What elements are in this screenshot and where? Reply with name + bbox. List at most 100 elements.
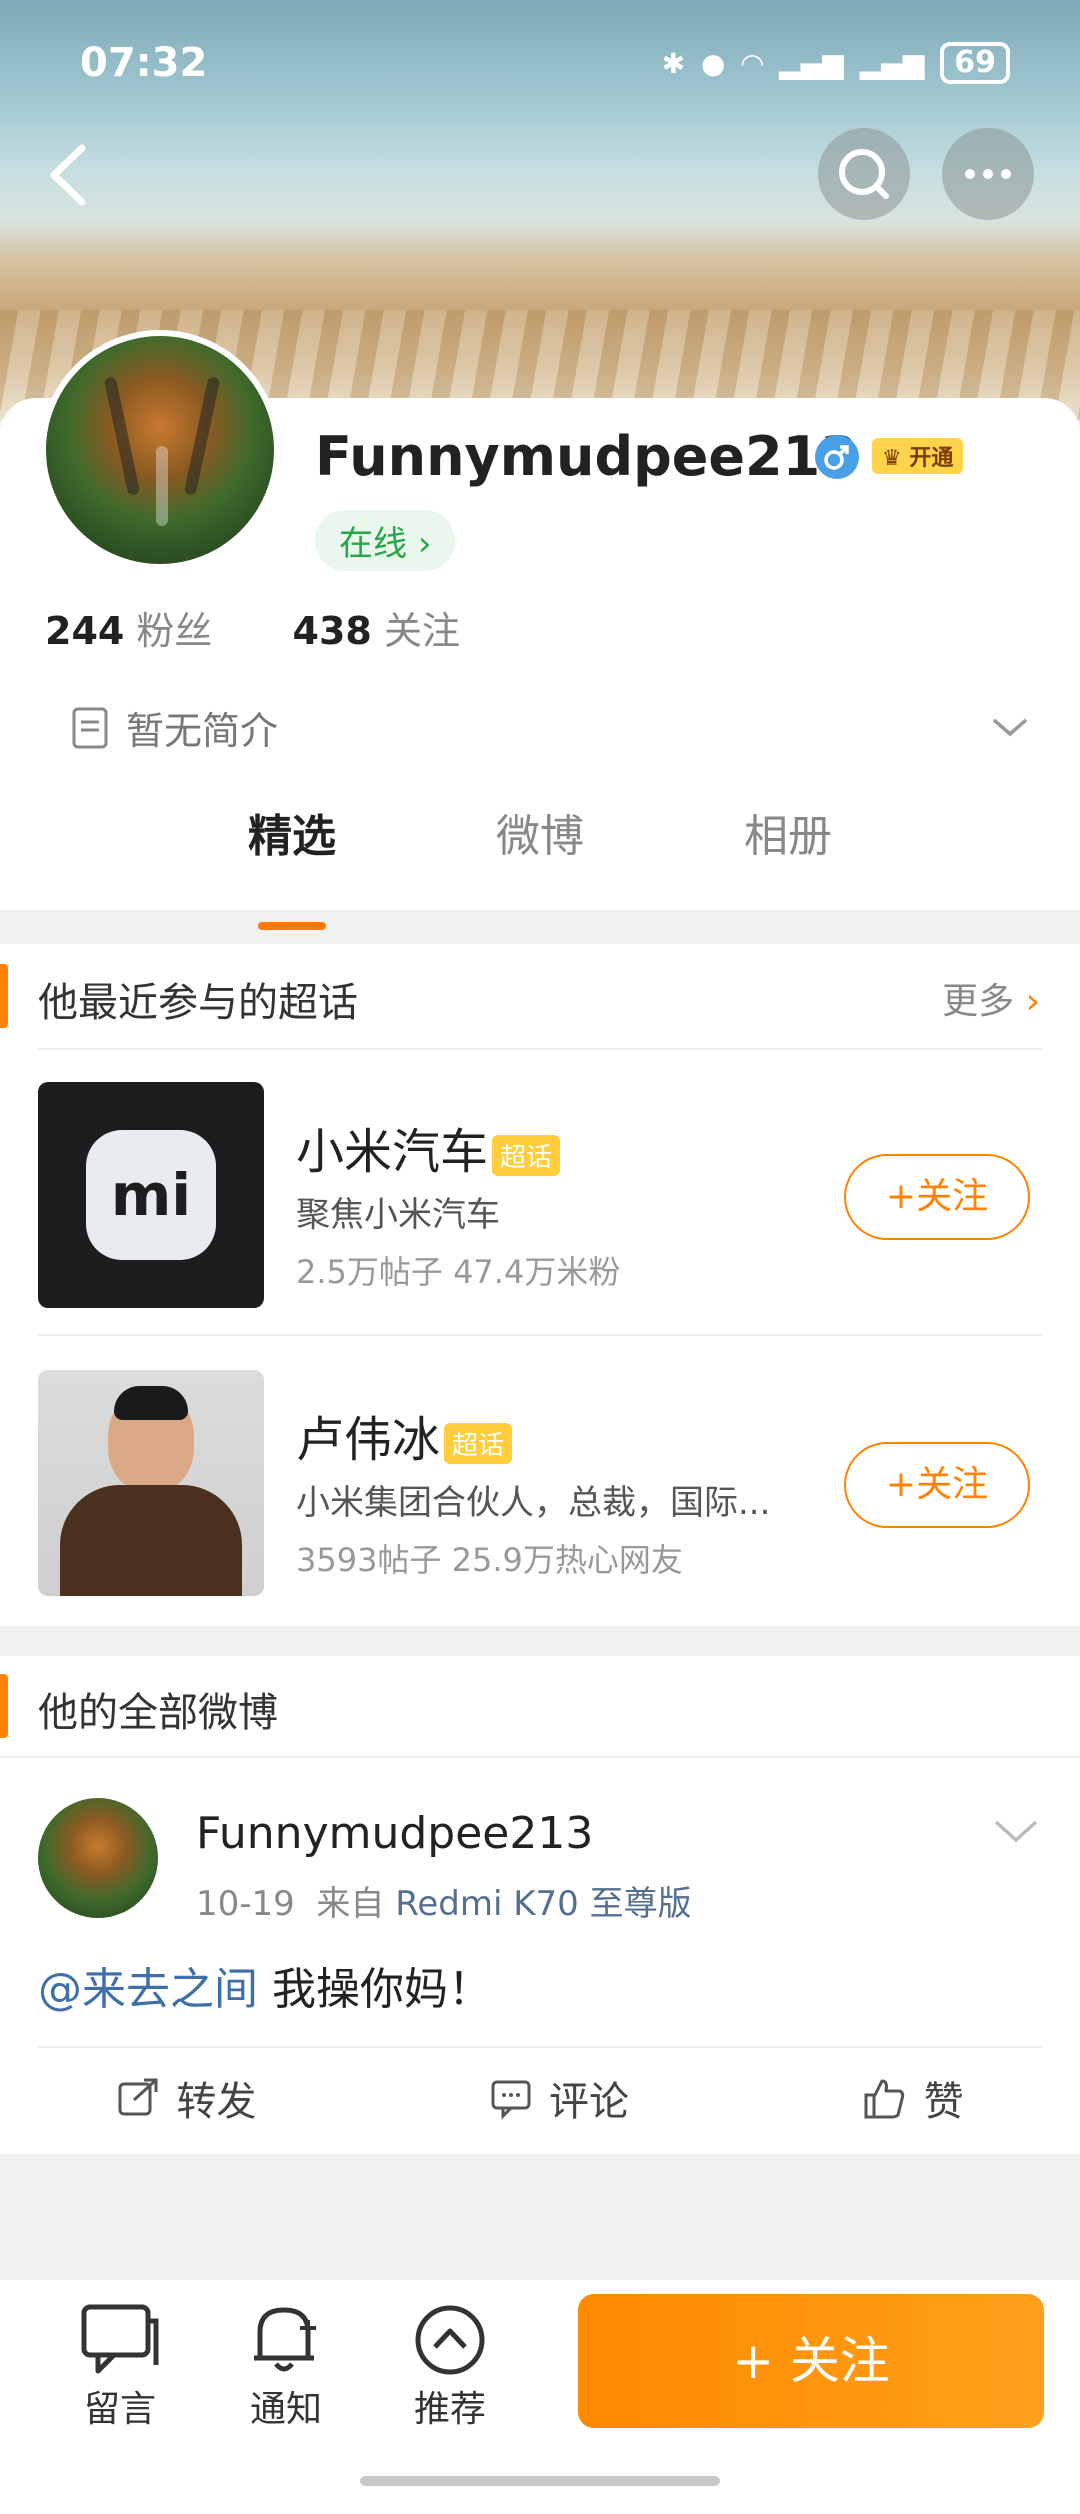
post-username[interactable]: Funnymudpee213 (196, 1808, 593, 1859)
comment-icon (491, 2080, 531, 2120)
battery-icon: 69 (940, 42, 1010, 84)
post-actions: 转发 评论 赞 (0, 2048, 1080, 2148)
chevron-right-icon: › (1025, 981, 1040, 1022)
status-icons: ✱ ● ◠ ▂▄▆ ▂▄▆ 69 (662, 42, 1010, 84)
thumbs-up-icon (864, 2079, 904, 2119)
section-accent-bar (0, 1674, 8, 1738)
signal-5g-icon: ▂▄▆ (779, 46, 844, 80)
post-body: 我操你妈！ (258, 1964, 492, 2015)
section-accent-bar (0, 964, 8, 1028)
vip-open-badge[interactable]: ♛ 开通 (872, 438, 964, 474)
post-source[interactable]: Redmi K70 至尊版 (395, 1884, 691, 1924)
comment-label: 评论 (548, 2079, 629, 2125)
following-count: 438 (292, 609, 372, 653)
section-title: 他的全部微博 (38, 1690, 278, 1736)
fans-label: 粉丝 (136, 609, 213, 653)
topic-title: 小米汽车 (296, 1124, 489, 1180)
follow-topic-button[interactable]: +关注 (844, 1154, 1030, 1240)
post-avatar[interactable] (38, 1798, 158, 1918)
post-card[interactable]: Funnymudpee213 10-19 来自 Redmi K70 至尊版 @来… (0, 1758, 1080, 2154)
message-label: 留言 (83, 2389, 156, 2430)
tab-weibo[interactable]: 微博 (496, 800, 584, 900)
super-topic-badge: 超话 (444, 1422, 513, 1464)
more-options-button[interactable] (942, 128, 1034, 220)
notify-label: 通知 (249, 2389, 322, 2430)
back-button[interactable] (40, 140, 100, 210)
signal-4g-icon: ▂▄▆ (859, 46, 925, 80)
bottom-action-bar: 留言 通知 推荐 + 关注 (0, 2280, 1080, 2514)
divider (38, 1334, 1042, 1336)
xiaomi-car-thumbnail: mi (38, 1082, 264, 1308)
repost-icon (118, 2078, 158, 2116)
vip-label: 开通 (909, 446, 954, 471)
online-label: 在线 (339, 524, 407, 564)
person-hair (114, 1386, 188, 1420)
status-time: 07:32 (80, 40, 208, 86)
tab-album[interactable]: 相册 (744, 800, 832, 900)
search-button[interactable] (818, 128, 910, 220)
location-icon: ● (701, 46, 726, 80)
topic-meta: 2.5万帖子 47.4万米粉 (296, 1253, 621, 1291)
chevron-down-icon (994, 1820, 1038, 1843)
fans-count: 244 (45, 609, 125, 653)
following-stat[interactable]: 438 关注 (293, 609, 460, 653)
bell-plus-icon (254, 2307, 316, 2372)
chevron-up-circle-icon (415, 2305, 485, 2375)
message-button[interactable]: 留言 (60, 2300, 180, 2432)
topic-meta: 3593帖子 25.9万热心网友 (296, 1541, 683, 1579)
topic-desc: 聚焦小米汽车 (296, 1195, 500, 1235)
crown-icon: ♛ (882, 446, 902, 471)
more-link[interactable]: 更多 › (942, 972, 1040, 1024)
profile-username: Funnymudpee213 (315, 425, 858, 488)
topic-item[interactable]: mi 小米汽车 超话 聚焦小米汽车 2.5万帖子 47.4万米粉 +关注 (0, 1062, 1080, 1352)
person-thumbnail (38, 1370, 264, 1596)
ellipsis-icon (965, 169, 1011, 179)
topic-name: 卢伟冰 超话 (296, 1400, 513, 1470)
like-label: 赞 (923, 2079, 964, 2125)
bio-expand-button[interactable] (990, 710, 1030, 751)
super-topic-badge: 超话 (492, 1134, 561, 1176)
tab-featured[interactable]: 精选 (248, 800, 336, 930)
bio-row[interactable]: 暂无简介 (70, 700, 278, 755)
comment-button[interactable]: 评论 (489, 2069, 629, 2127)
super-topics-section: 他最近参与的超话 更多 › mi 小米汽车 超话 聚焦小米汽车 2.5万帖子 47… (0, 944, 1080, 1626)
profile-page: 07:32 ✱ ● ◠ ▂▄▆ ▂▄▆ 69 Funnymudpee213 ♛ … (0, 0, 1080, 2514)
post-text: @来去之间 我操你妈！ (38, 1953, 492, 2017)
topic-item[interactable]: 卢伟冰 超话 小米集团合伙人，总裁，国际... 3593帖子 25.9万热心网友 … (0, 1350, 1080, 1640)
wifi-icon: ◠ (741, 46, 764, 80)
recommend-label: 推荐 (413, 2389, 486, 2430)
home-indicator (360, 2476, 720, 2486)
document-icon (72, 707, 108, 748)
profile-stats: 244 粉丝 438 关注 (45, 600, 460, 655)
follow-topic-button[interactable]: +关注 (844, 1442, 1030, 1528)
topic-name: 小米汽车 超话 (296, 1112, 561, 1182)
post-menu-button[interactable] (992, 1810, 1040, 1856)
topic-desc: 小米集团合伙人，总裁，国际... (296, 1483, 771, 1523)
notify-button[interactable]: 通知 (226, 2300, 346, 2432)
back-arrow-icon (50, 144, 86, 206)
repost-label: 转发 (176, 2079, 257, 2125)
bio-text: 暂无简介 (126, 709, 279, 753)
online-status-button[interactable]: 在线 › (315, 510, 456, 571)
mention-link[interactable]: @来去之间 (38, 1964, 258, 2015)
status-bar: 07:32 ✱ ● ◠ ▂▄▆ ▂▄▆ 69 (0, 30, 1080, 100)
fans-stat[interactable]: 244 粉丝 (45, 609, 212, 653)
like-button[interactable]: 赞 (862, 2069, 964, 2127)
bluetooth-icon: ✱ (661, 46, 686, 80)
profile-avatar[interactable] (40, 330, 280, 570)
person-jacket (60, 1485, 242, 1596)
repost-button[interactable]: 转发 (116, 2069, 256, 2127)
recommend-button[interactable]: 推荐 (390, 2300, 510, 2432)
post-source-prefix: 来自 (316, 1884, 385, 1924)
all-posts-header: 他的全部微博 (0, 1656, 1080, 1756)
mi-logo-icon: mi (86, 1130, 216, 1260)
chevron-down-icon (992, 718, 1028, 737)
topic-title: 卢伟冰 (296, 1412, 441, 1468)
more-label: 更多 (942, 981, 1015, 1022)
section-title: 他最近参与的超话 (38, 980, 358, 1026)
following-label: 关注 (383, 609, 460, 653)
message-icon (81, 2304, 159, 2374)
post-date: 10-19 (196, 1884, 295, 1924)
profile-tabs: 精选 微博 相册 (0, 800, 1080, 930)
follow-user-button[interactable]: + 关注 (578, 2294, 1044, 2428)
